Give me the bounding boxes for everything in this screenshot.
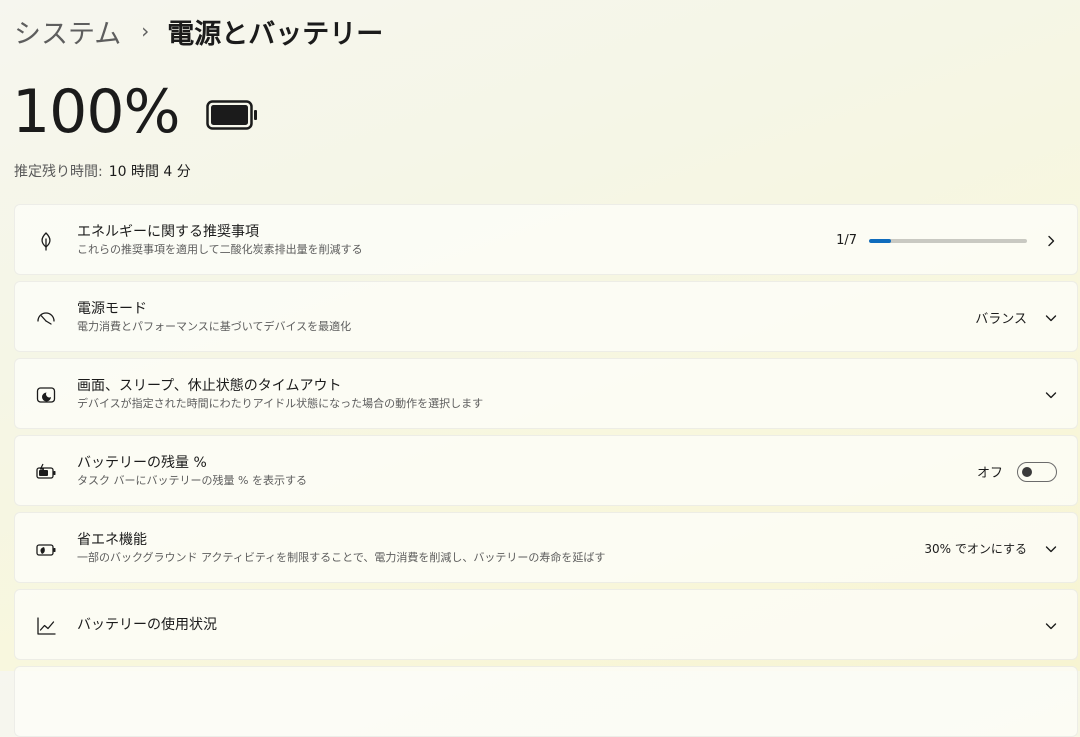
toggle-knob (1022, 466, 1032, 477)
battery-percentage-card: バッテリーの残量 % タスク バーにバッテリーの残量 % を表示する オフ (14, 435, 1078, 506)
battery-full-icon (205, 100, 257, 130)
battery-percentage-title: バッテリーの残量 % (77, 455, 207, 471)
screen-sleep-timeout-card[interactable]: 画面、スリープ、休止状態のタイムアウト デバイスが指定された時間にわたりアイドル… (14, 358, 1078, 429)
breadcrumb-separator: › (141, 19, 150, 43)
power-mode-title: 電源モード (77, 301, 147, 317)
leaf-icon (41, 232, 51, 251)
battery-usage-title: バッテリーの使用状況 (77, 617, 217, 633)
screen-sleep-desc: デバイスが指定された時間にわたりアイドル状態になった場合の動作を選択します (77, 397, 484, 410)
breadcrumb: システム › 電源とバッテリー (14, 12, 383, 50)
chevron-right-icon (1048, 235, 1055, 246)
battery-percentage-toggle[interactable] (1017, 461, 1057, 482)
speedometer-icon (37, 312, 55, 325)
chevron-down-icon[interactable] (1043, 541, 1059, 557)
breadcrumb-system-link[interactable]: システム (14, 12, 121, 51)
energy-recommendations-desc: これらの推奨事項を適用して二酸化炭素排出量を削減する (77, 243, 363, 256)
estimate-value: 10 時間 4 分 (108, 164, 191, 180)
recommendations-progress-bar (869, 238, 1027, 243)
estimate-label: 推定残り時間: (14, 164, 103, 180)
energy-recommendations-title: エネルギーに関する推奨事項 (77, 224, 259, 240)
energy-recommendations-card[interactable]: エネルギーに関する推奨事項 これらの推奨事項を適用して二酸化炭素排出量を削減する… (14, 204, 1078, 275)
power-mode-card[interactable]: 電源モード 電力消費とパフォーマンスに基づいてデバイスを最適化 バランス (14, 281, 1078, 352)
energy-saver-desc: 一部のバックグラウンド アクティビティを制限することで、電力消費を削減し、バッテ… (77, 551, 606, 564)
screen-sleep-title: 画面、スリープ、休止状態のタイムアウト (77, 378, 342, 394)
toggle-state-label: オフ (976, 466, 1003, 481)
progress-fill (869, 238, 892, 243)
energy-saver-card[interactable]: 省エネ機能 一部のバックグラウンド アクティビティを制限することで、電力消費を削… (14, 512, 1078, 583)
page-title: 電源とバッテリー (167, 18, 384, 50)
battery-percentage-desc: タスク バーにバッテリーの残量 % を表示する (77, 474, 307, 487)
power-mode-dropdown-value[interactable]: バランス (975, 308, 1027, 327)
energy-saver-title: 省エネ機能 (77, 532, 147, 548)
chevron-down-icon[interactable] (1043, 618, 1059, 634)
chevron-down-icon[interactable] (1043, 310, 1059, 326)
screen-sleep-icon (36, 387, 56, 403)
battery-percent: 100% (12, 77, 181, 147)
estimated-time-remaining: 推定残り時間: 10 時間 4 分 (14, 161, 191, 181)
power-mode-desc: 電力消費とパフォーマンスに基づいてデバイスを最適化 (77, 320, 352, 333)
chevron-down-icon[interactable] (1043, 387, 1059, 403)
next-card-partial (14, 666, 1078, 737)
battery-summary: 100% (12, 77, 258, 147)
energy-saver-icon (36, 544, 56, 556)
battery-usage-card[interactable]: バッテリーの使用状況 (14, 589, 1078, 660)
line-chart-icon (37, 617, 56, 635)
recommendations-count: 1/7 (836, 233, 857, 248)
battery-charging-icon (36, 463, 56, 479)
energy-saver-threshold-value: 30% でオンにする (924, 542, 1027, 556)
